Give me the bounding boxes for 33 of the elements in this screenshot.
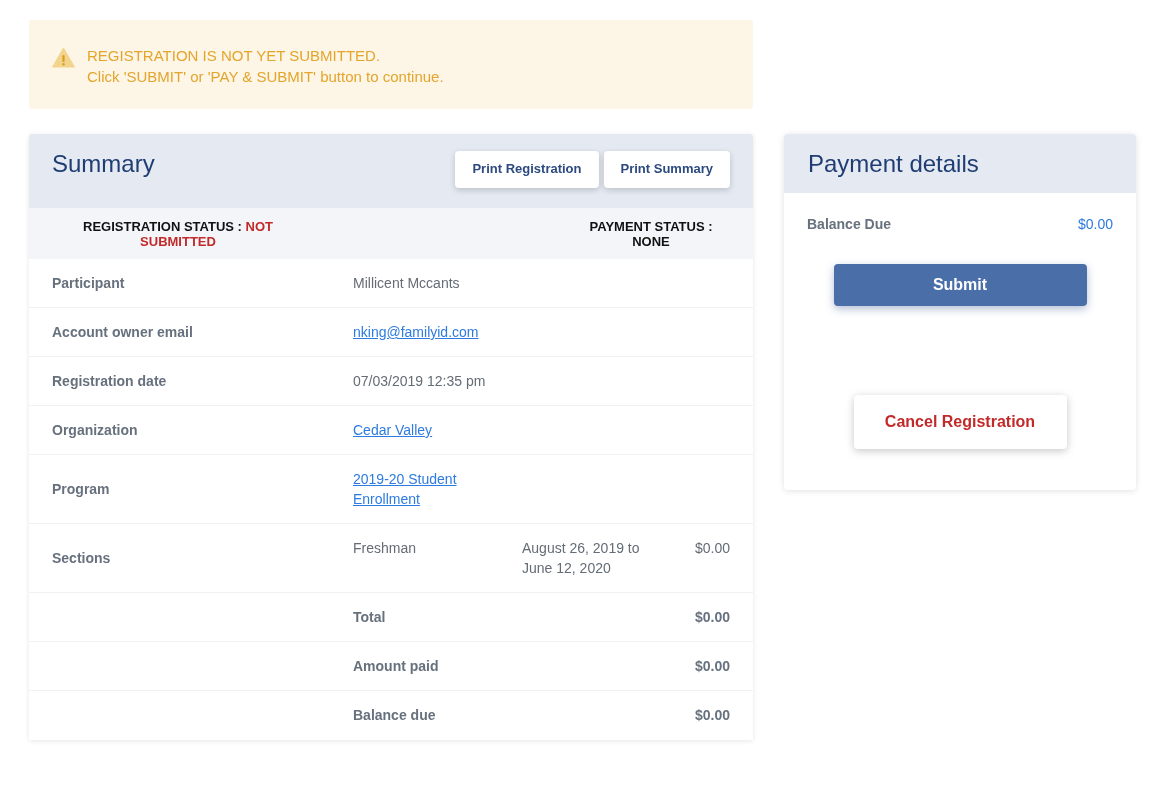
warning-text: REGISTRATION IS NOT YET SUBMITTED. [87,46,382,66]
field-label: Program [52,480,110,499]
field-link[interactable]: Cedar Valley [353,420,433,440]
field-value: 07/03/2019 12:35 pm [353,372,486,391]
cancel-registration-button[interactable]: Cancel Registration [853,395,1067,449]
warning-text: Click 'SUBMIT' or 'PAY & SUBMIT' button to continue. [87,67,444,87]
submit-button[interactable]: Submit [833,264,1087,306]
field-link[interactable]: 2019-20 Student Enrollment [353,469,522,509]
total-label: Total [353,608,386,627]
field-label: Participant [52,274,125,293]
registration-status: REGISTRATION STATUS : NOT SUBMITTED [82,218,274,249]
section-name: Freshman [353,539,417,558]
total-label: Amount paid [353,657,439,676]
section-amount: $0.00 [694,539,730,558]
field-label: Account owner email [52,323,193,342]
payment-status: PAYMENT STATUS : NONE [588,218,714,249]
warning-icon [52,47,75,68]
total-amount: $0.00 [694,657,730,676]
total-amount: $0.00 [694,706,730,725]
summary-title: Summary [52,149,155,179]
balance-label: Balance Due [807,215,892,234]
field-label: Organization [52,421,138,440]
field-link[interactable]: nking@familyid.com [353,322,479,342]
field-label: Registration date [52,372,167,391]
total-label: Balance due [353,706,436,725]
total-amount: $0.00 [694,608,730,627]
payment-title: Payment details [808,148,979,179]
field-label: Sections [52,549,111,568]
print-button[interactable]: Print Registration [455,150,599,188]
field-value: Millicent Mccants [353,274,460,293]
balance-value: $0.00 [1077,215,1113,234]
print-button[interactable]: Print Summary [603,150,730,188]
section-dates: August 26, 2019 to June 12, 2020 [522,539,641,578]
